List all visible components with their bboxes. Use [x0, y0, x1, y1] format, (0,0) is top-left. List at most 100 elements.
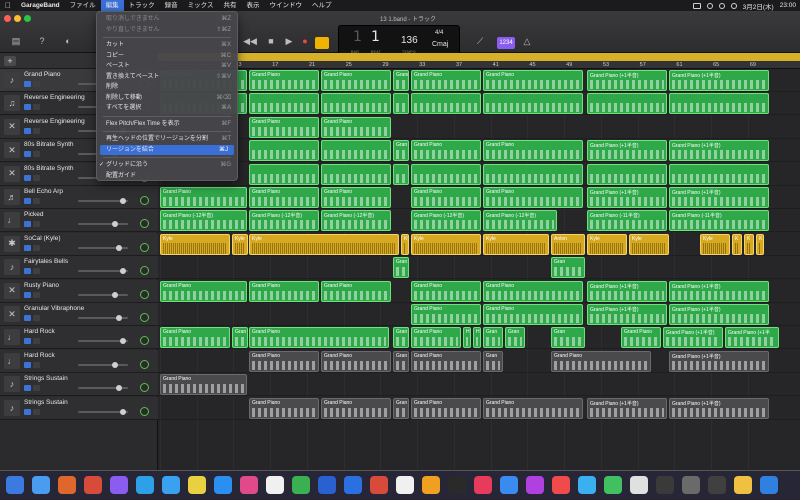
smart-controls-icon[interactable]: ◐ [62, 35, 74, 47]
region[interactable]: Gran [393, 140, 409, 162]
mute-button[interactable] [24, 361, 31, 368]
region[interactable]: Grand Piano (-12半音) [321, 210, 391, 232]
track-lane[interactable]: Grand Piano Grand Piano Grand Piano Grand P… [158, 186, 800, 209]
dock-app-icon[interactable] [760, 476, 778, 494]
region[interactable]: Kyle [411, 233, 481, 255]
dock-app-icon[interactable] [136, 476, 154, 494]
pan-knob[interactable] [140, 219, 149, 229]
track-lane[interactable]: Grand Piano (-12半音) Grand Piano (-12半音) Gr… [158, 209, 800, 233]
track-header[interactable]: ♪ Strings Sustain [0, 396, 158, 420]
record-icon[interactable]: ● [299, 35, 311, 47]
region[interactable]: Grand Piano [411, 304, 481, 325]
track-name[interactable]: Rusty Piano [24, 282, 59, 289]
track-lane[interactable]: Kyle Kyle Kyle Kyle Kyle Kyle Anton Kyle Kyle Kyl… [158, 233, 800, 256]
ruler[interactable]: 59131721252933374145495357616569 [158, 53, 800, 69]
dock-app-icon[interactable] [526, 476, 544, 494]
track-lane[interactable]: Gran Grand Piano Grand Piano Grand Piano (+… [158, 139, 800, 163]
track-lane[interactable]: Grand Piano Grand Piano Grand Piano Grand P… [158, 280, 800, 303]
mute-button[interactable] [24, 81, 31, 87]
menu-item-3[interactable]: トラック [124, 0, 160, 11]
mute-button[interactable] [24, 151, 31, 158]
minimize-button[interactable] [14, 15, 21, 22]
zoom-button[interactable] [24, 15, 31, 22]
region[interactable]: Gran [393, 327, 409, 349]
region[interactable]: Grand Piano [249, 70, 319, 91]
volume-slider[interactable] [78, 293, 128, 296]
headphones-icon[interactable] [33, 174, 40, 181]
region[interactable]: Grand Piano (+1半音) [669, 70, 769, 91]
track-name[interactable]: SoCal (Kyle) [24, 235, 60, 242]
volume-knob[interactable] [116, 244, 122, 251]
region[interactable]: Grand Piano (+1半音) [587, 70, 667, 91]
region[interactable]: Kyle [401, 233, 409, 255]
dock-app-icon[interactable] [396, 476, 414, 494]
dock-app-icon[interactable] [58, 476, 76, 494]
region[interactable]: Grand Piano [249, 350, 319, 372]
help-icon[interactable]: ? [36, 35, 48, 47]
region[interactable]: Grand Piano [160, 327, 230, 349]
dock-app-icon[interactable] [708, 476, 726, 494]
mute-button[interactable] [24, 221, 31, 228]
track-lane[interactable] [158, 92, 800, 116]
region[interactable]: Grand Piano [483, 140, 583, 162]
headphones-icon[interactable] [33, 268, 40, 275]
region[interactable]: Grand Piano [483, 397, 583, 419]
region[interactable]: Grand Piano [483, 187, 583, 208]
region[interactable] [669, 163, 769, 185]
track-header[interactable]: ✕ Rusty Piano [0, 279, 158, 303]
edit-menu-item[interactable]: ✓ グリッドに沿う ⌘G [97, 160, 237, 171]
pan-knob[interactable] [140, 266, 149, 276]
region[interactable]: Grand Piano [411, 397, 481, 419]
volume-knob[interactable] [116, 315, 122, 321]
track-lane[interactable]: Grand Piano Grand Piano Gran Grand Piano Gra… [158, 397, 800, 420]
track-header[interactable]: ♩ Hard Rock [0, 326, 158, 350]
track-header[interactable]: ♪ Strings Sustain [0, 373, 158, 397]
region[interactable] [587, 163, 667, 185]
region[interactable]: K [744, 233, 754, 255]
headphones-icon[interactable] [33, 408, 40, 415]
region[interactable]: Grand Piano (+1半音) [669, 280, 769, 302]
track-header[interactable]: ♩ Picked [0, 209, 158, 233]
cycle-region[interactable] [158, 53, 800, 61]
headphones-icon[interactable] [33, 104, 40, 111]
region[interactable]: Grand Piano [321, 350, 391, 372]
dock-app-icon[interactable] [214, 476, 232, 494]
region[interactable]: Gran [232, 327, 248, 349]
edit-menu-item[interactable]: すべてを選択 ⌘A [97, 103, 237, 114]
track-lane[interactable]: Grand Piano [158, 373, 800, 397]
dock-app-icon[interactable] [188, 476, 206, 494]
region[interactable]: Kyle [629, 233, 669, 255]
region[interactable]: Grand Piano [249, 187, 319, 208]
volume-slider[interactable] [78, 363, 128, 366]
dock-app-icon[interactable] [500, 476, 518, 494]
dock-app-icon[interactable] [474, 476, 492, 494]
volume-knob[interactable] [116, 385, 122, 392]
mute-button[interactable] [24, 174, 31, 181]
region[interactable] [483, 163, 583, 185]
control-center-icon[interactable] [730, 2, 737, 9]
region[interactable]: Grand Piano (-12半音) [411, 210, 481, 232]
menubar-time[interactable]: 23:00 [780, 2, 796, 9]
region[interactable]: Grand Piano [249, 397, 319, 419]
region[interactable]: H [473, 327, 481, 349]
region[interactable]: Grand Piano [411, 280, 481, 302]
region[interactable]: Gran [393, 257, 409, 279]
region[interactable]: Grand Piano [393, 70, 409, 91]
wifi-icon[interactable] [706, 2, 713, 9]
region[interactable] [321, 163, 391, 185]
region[interactable]: Grand Piano [321, 397, 391, 419]
tuner-icon[interactable]: ⟋ [474, 35, 486, 47]
dock-app-icon[interactable] [370, 476, 388, 494]
region[interactable]: H [463, 327, 471, 349]
headphones-icon[interactable] [33, 81, 40, 87]
region[interactable]: Gran [393, 350, 409, 372]
region[interactable]: Grand Piano (-12半音) [160, 210, 247, 232]
track-header[interactable]: ♬ Bell Echo Arp [0, 186, 158, 209]
region[interactable]: Grand Piano (+1半音) [587, 397, 667, 419]
region[interactable]: Kyle [160, 233, 230, 255]
mute-button[interactable] [24, 198, 31, 204]
region[interactable]: Grand Piano [411, 327, 461, 349]
track-lane[interactable]: Grand Piano Grand Piano Gran Grand Piano Gra… [158, 350, 800, 373]
region[interactable]: Kyle [483, 233, 549, 255]
region[interactable]: Grand Piano [551, 350, 651, 372]
